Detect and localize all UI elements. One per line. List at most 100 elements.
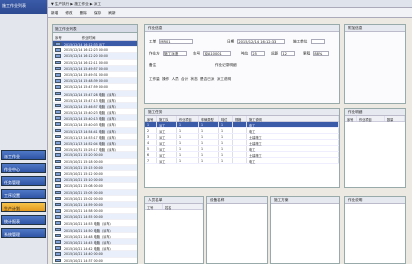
list-item-text: 2015/10/21 15:05 00:00 <box>64 190 103 195</box>
row-icon <box>55 153 61 157</box>
col-desc[interactable]: 施工说明 <box>247 116 339 122</box>
left-nav: 施工作业列表 派工作业 作业中心 任务管理 工序设置 生产计划 统计报表 系统管… <box>0 0 48 264</box>
detail-grid-header: 序号 作业项目 数量 <box>345 116 405 122</box>
list-item-text: 2015/10/21 15:08 00:00 <box>64 184 103 189</box>
table-cell: 1 <box>219 122 233 127</box>
table-cell: 1 <box>199 146 219 151</box>
list-item-text: 2015/12/14 15:47:28 电脑（派车） <box>64 92 118 97</box>
detail-item-7: 派工说明 <box>216 77 232 81</box>
edit-button[interactable]: 修改 <box>65 11 72 15</box>
list-item[interactable]: 2015/10/21 14:37 00:00 <box>53 258 137 263</box>
new-button[interactable]: 新增 <box>51 11 58 15</box>
row-icon <box>55 233 61 238</box>
mileage-input[interactable]: 88% <box>313 51 330 56</box>
staff-panel: 人员名单 工号 姓名 <box>144 196 204 264</box>
staff-col-name[interactable]: 姓名 <box>163 204 203 210</box>
table-cell: 派工 <box>157 152 177 158</box>
list-item-text: 2015/10/21 14:40 00:00 <box>64 252 103 257</box>
row-icon <box>55 66 61 71</box>
table-cell: 电工 <box>247 122 339 128</box>
table-cell: 1 <box>177 128 199 133</box>
order-input[interactable]: MR01 <box>159 39 194 44</box>
column-header-time[interactable]: 作业时间 <box>82 35 96 40</box>
table-cell: 电工 <box>247 158 339 164</box>
table-cell: 派工 <box>157 158 177 164</box>
date-field: 日期 2015/12/14 16:12:33 <box>227 39 286 45</box>
nav-button-5[interactable]: 生产计划 <box>1 202 46 212</box>
staff-col-id[interactable]: 工号 <box>145 204 163 210</box>
table-cell: 1 <box>219 128 233 133</box>
col-tonnage[interactable]: 吨位 <box>219 116 233 122</box>
row-icon <box>55 60 61 65</box>
nav-button-3[interactable]: 任务管理 <box>1 176 46 186</box>
row-icon <box>55 190 61 195</box>
unit-input[interactable] <box>310 39 325 44</box>
detail-grid: 作业明细 序号 作业项目 数量 <box>344 108 406 188</box>
table-cell: 1 <box>177 146 199 151</box>
date-input[interactable]: 2015/12/14 16:12:33 <box>237 39 286 44</box>
detail-item-5: 状态 <box>190 77 198 81</box>
table-cell: 派工 <box>157 140 177 146</box>
job-list: 施工作业列表 序号 作业时间 2015/12/14 16:12:33 派工 201… <box>52 24 138 264</box>
nav-button-4[interactable]: 工序设置 <box>1 189 46 199</box>
list-item-text: 2015/12/14 15:49:57 00:00 <box>64 66 108 71</box>
col-index[interactable]: 序号 <box>145 116 157 122</box>
detail-item-6: 是否已派 <box>200 77 215 81</box>
order-label: 工单 <box>149 39 157 44</box>
row-icon <box>55 116 61 120</box>
worker-input[interactable]: 施工派遣 <box>162 51 187 56</box>
list-item-text: 2015/10/21 15:20 00:00 <box>64 153 103 158</box>
col-team[interactable]: 施工队 <box>157 116 177 122</box>
list-item-text: 2015/12/14 15:47:59 00:00 <box>64 85 108 90</box>
table-cell: 派工 <box>157 146 177 152</box>
nav-button-1[interactable]: 派工作业 <box>1 150 46 160</box>
row-icon <box>55 202 61 207</box>
table-row[interactable]: 7 派工 1 1 1 电工 <box>145 158 339 164</box>
refresh-button[interactable]: 刷新 <box>108 11 115 15</box>
row-icon <box>55 147 61 151</box>
row-icon <box>55 209 61 213</box>
row-icon <box>55 184 61 188</box>
table-cell <box>233 152 247 157</box>
detail-col-item[interactable]: 作业项目 <box>357 116 385 122</box>
tonnage-field: 吨位 25 <box>241 51 266 57</box>
table-cell: 7 <box>145 158 157 163</box>
table-cell <box>233 146 247 151</box>
list-item-text: 2015/12/14 15:40:03 电脑（派车） <box>64 123 118 128</box>
distance-label: 运距 <box>271 51 279 56</box>
table-cell: 1 <box>199 140 219 145</box>
table-cell <box>233 128 247 133</box>
row-icon <box>55 159 61 164</box>
nav-button-6[interactable]: 统计报表 <box>1 215 46 225</box>
tonnage-input[interactable]: 25 <box>251 51 266 56</box>
col-spec[interactable]: 规格 <box>233 116 247 122</box>
detail-grid-title: 作业明细 <box>345 109 405 116</box>
list-item-text: 2015/10/21 15:12 00:00 <box>64 171 103 176</box>
list-item-text: 2015/12/14 16:12:23 00:00 <box>64 48 108 53</box>
nav-button-7[interactable]: 系统管理 <box>1 228 46 238</box>
job-detail-panel: 作业信息 工单 MR01 日期 2015/12/14 16:12:33 施工单位… <box>144 24 340 104</box>
vehicle-input[interactable]: 京A10001 <box>203 51 232 56</box>
list-item-text: 2015/12/14 15:40:13 电脑（派车） <box>64 117 118 122</box>
order-field: 工单 MR01 <box>149 39 194 45</box>
detail-col-qty[interactable]: 数量 <box>385 116 405 122</box>
col-vehicle[interactable]: 车辆类型 <box>199 116 219 122</box>
delete-button[interactable]: 删除 <box>80 11 87 15</box>
row-icon <box>55 128 61 133</box>
nav-button-2[interactable]: 作业中心 <box>1 163 46 173</box>
vehicle-field: 车号 京A10001 <box>193 51 232 57</box>
detail-item-3: 人员 <box>171 77 179 81</box>
row-icon <box>55 165 61 170</box>
list-item-text: 2015/12/14 15:47:13 电脑（派车） <box>64 98 118 103</box>
save-button[interactable]: 保存 <box>94 11 101 15</box>
col-item[interactable]: 作业项目 <box>177 116 199 122</box>
row-icon <box>55 91 61 96</box>
row-icon <box>55 42 61 46</box>
table-cell: 1 <box>199 134 219 139</box>
distance-input[interactable]: 12 <box>281 51 296 56</box>
row-icon <box>55 134 61 139</box>
table-cell: 土建施工 <box>247 140 339 146</box>
table-cell: 1 <box>177 158 199 163</box>
column-header-index[interactable]: 序号 <box>55 35 62 40</box>
detail-col-index[interactable]: 序号 <box>345 116 357 122</box>
